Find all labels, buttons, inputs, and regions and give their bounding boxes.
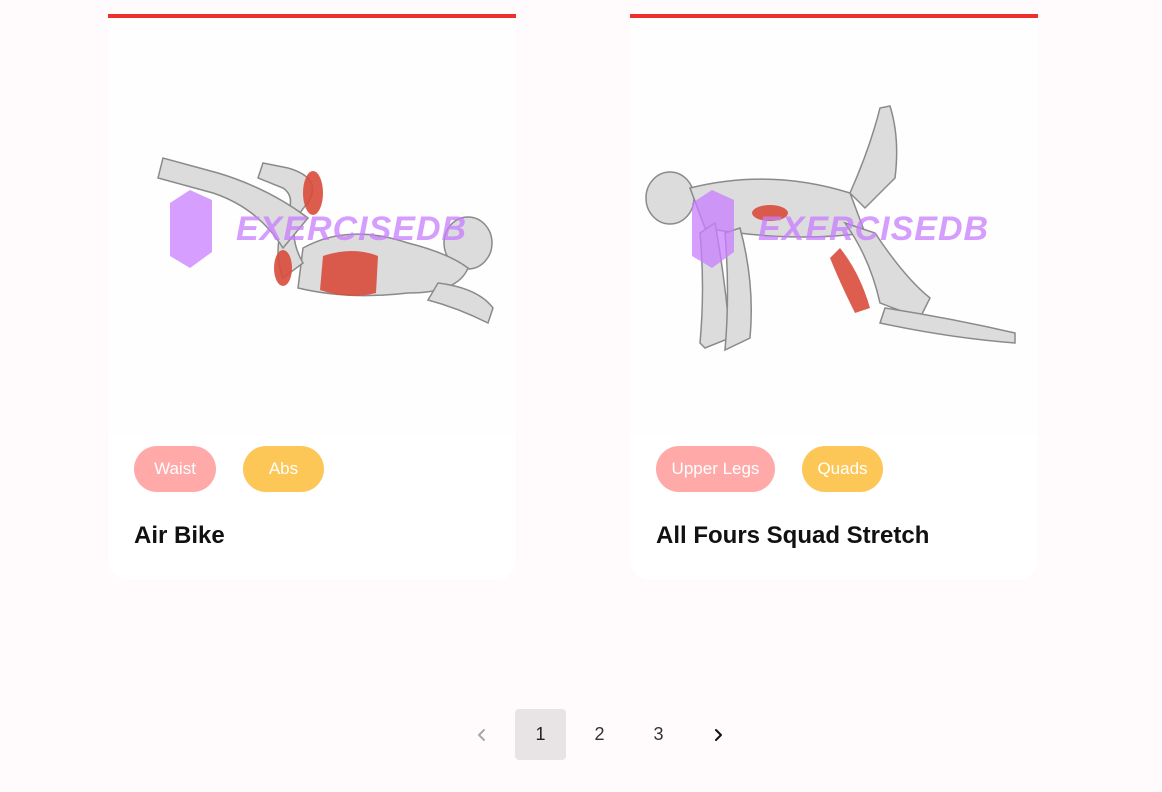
chevron-right-icon (714, 728, 722, 741)
target-muscle-tag[interactable]: Abs (243, 446, 324, 492)
body-part-tag[interactable]: Waist (134, 446, 216, 492)
exercise-card-air-bike[interactable]: EXERCISEDB Waist Abs Air Bike (108, 14, 516, 580)
page-button-2[interactable]: 2 (574, 709, 625, 760)
watermark-text: EXERCISEDB (758, 210, 990, 248)
chevron-left-icon (477, 728, 485, 741)
pagination: 1 2 3 (456, 709, 751, 760)
target-muscle-tag[interactable]: Quads (802, 446, 883, 492)
exercise-image: EXERCISEDB (108, 18, 516, 436)
body-part-tag[interactable]: Upper Legs (656, 446, 775, 492)
exercise-card-all-fours-squad-stretch[interactable]: EXERCISEDB Upper Legs Quads All Fours Sq… (630, 14, 1038, 580)
exercises-page: EXERCISEDB Waist Abs Air Bike EXERCISEDB… (0, 0, 1162, 792)
page-button-1[interactable]: 1 (515, 709, 566, 760)
watermark-text: EXERCISEDB (236, 210, 468, 248)
exercise-image: EXERCISEDB (630, 18, 1038, 436)
previous-page-button[interactable] (456, 709, 507, 760)
exercise-name: Air Bike (134, 522, 225, 549)
exercise-name: All Fours Squad Stretch (656, 522, 930, 549)
next-page-button[interactable] (692, 709, 743, 760)
page-button-3[interactable]: 3 (633, 709, 684, 760)
